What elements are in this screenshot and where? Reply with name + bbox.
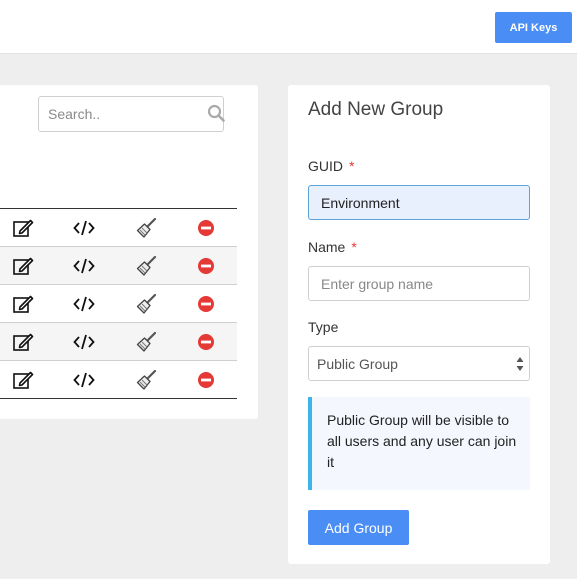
select-arrows-icon (516, 356, 524, 372)
code-icon[interactable] (73, 255, 95, 277)
guid-label: GUID * (308, 158, 354, 174)
group-type-select[interactable]: Public Group (308, 346, 530, 381)
remove-icon[interactable] (195, 369, 217, 391)
edit-icon[interactable] (12, 331, 34, 353)
search-input[interactable] (38, 96, 224, 132)
required-marker: * (351, 239, 357, 255)
type-label: Type (308, 319, 339, 335)
edit-icon[interactable] (12, 369, 34, 391)
add-group-button[interactable]: Add Group (308, 510, 409, 545)
brush-icon[interactable] (135, 293, 157, 315)
remove-icon[interactable] (195, 293, 217, 315)
top-bar: API Keys (0, 0, 577, 54)
form-title: Add New Group (308, 99, 444, 120)
brush-icon[interactable] (135, 369, 157, 391)
search-icon[interactable] (207, 104, 225, 122)
table-row (0, 322, 237, 360)
code-icon[interactable] (73, 331, 95, 353)
table-row (0, 209, 237, 246)
required-marker: * (349, 158, 355, 174)
api-keys-button[interactable]: API Keys (495, 12, 572, 43)
table-row (0, 284, 237, 322)
remove-icon[interactable] (195, 331, 217, 353)
code-icon[interactable] (73, 369, 95, 391)
remove-icon[interactable] (195, 217, 217, 239)
group-type-selected: Public Group (317, 355, 398, 372)
remove-icon[interactable] (195, 255, 217, 277)
edit-icon[interactable] (12, 293, 34, 315)
group-name-field[interactable] (308, 266, 530, 301)
brush-icon[interactable] (135, 331, 157, 353)
name-label: Name * (308, 239, 357, 255)
guid-field[interactable] (308, 185, 530, 220)
name-label-text: Name (308, 239, 346, 255)
brush-icon[interactable] (135, 255, 157, 277)
brush-icon[interactable] (135, 217, 157, 239)
code-icon[interactable] (73, 293, 95, 315)
guid-label-text: GUID (308, 158, 343, 174)
edit-icon[interactable] (12, 255, 34, 277)
groups-list-panel (0, 85, 258, 419)
table-row (0, 360, 237, 398)
code-icon[interactable] (73, 217, 95, 239)
table-row (0, 246, 237, 284)
group-type-info: Public Group will be visible to all user… (308, 397, 530, 490)
edit-icon[interactable] (12, 217, 34, 239)
groups-table (0, 208, 237, 399)
add-group-panel: Add New Group GUID * Name * Type Public Gr… (288, 85, 550, 564)
